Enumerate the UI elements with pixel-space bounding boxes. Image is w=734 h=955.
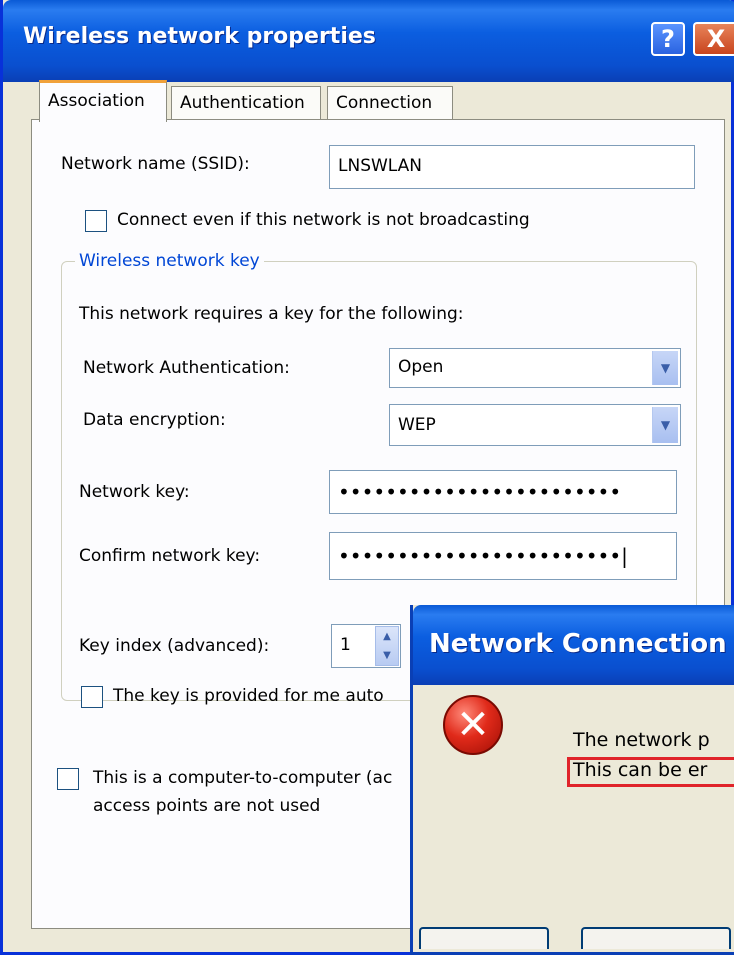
tab-connection-label: Connection — [336, 93, 433, 113]
key-index-spinner[interactable]: ▲ ▼ — [375, 626, 399, 666]
help-button[interactable]: ? — [651, 22, 685, 56]
requires-key-text: This network requires a key for the foll… — [79, 304, 464, 324]
chevron-down-icon[interactable]: ▼ — [652, 351, 678, 385]
broadcast-label: Connect even if this network is not broa… — [117, 210, 530, 230]
encryption-label: Data encryption: — [83, 410, 226, 430]
adhoc-label-line2: access points are not used — [93, 796, 321, 816]
error-dialog: Network Connection ✕ The network p This … — [410, 605, 734, 955]
dialog-button-right[interactable] — [581, 927, 731, 949]
auto-key-checkbox[interactable] — [81, 686, 103, 708]
auth-label: Network Authentication: — [83, 358, 290, 378]
error-x-icon: ✕ — [443, 695, 503, 755]
tab-association[interactable]: Association — [39, 80, 167, 122]
error-dialog-title-bar[interactable]: Network Connection — [413, 605, 734, 685]
key-index-label: Key index (advanced): — [79, 636, 270, 656]
adhoc-label-line1: This is a computer-to-computer (ac — [93, 768, 393, 788]
window-title: Wireless network properties — [23, 24, 376, 49]
tab-connection[interactable]: Connection — [327, 86, 453, 120]
network-key-label: Network key: — [79, 482, 190, 502]
close-icon: X — [706, 25, 726, 53]
confirm-key-input[interactable]: ••••••••••••••••••••••••| — [329, 532, 677, 580]
tab-authentication[interactable]: Authentication — [171, 86, 321, 120]
auto-key-label: The key is provided for me auto — [113, 686, 384, 706]
spin-up-icon[interactable]: ▲ — [383, 631, 391, 642]
adhoc-checkbox[interactable] — [57, 768, 79, 790]
error-dialog-title: Network Connection — [429, 629, 727, 659]
wireless-key-group-title: Wireless network key — [75, 251, 264, 271]
title-bar[interactable]: Wireless network properties ? X — [3, 0, 734, 82]
ssid-label: Network name (SSID): — [61, 154, 250, 174]
encryption-select-value: WEP — [398, 415, 436, 435]
ssid-input[interactable]: LNSWLAN — [329, 145, 695, 189]
encryption-select[interactable]: WEP ▼ — [389, 404, 681, 446]
confirm-key-label: Confirm network key: — [79, 546, 261, 566]
dialog-button-left[interactable] — [419, 927, 549, 949]
broadcast-checkbox[interactable] — [85, 210, 107, 232]
error-message-line2: This can be er — [573, 759, 708, 781]
tab-association-label: Association — [48, 91, 145, 111]
close-button[interactable]: X — [693, 22, 734, 56]
tab-authentication-label: Authentication — [180, 93, 305, 113]
help-icon: ? — [661, 25, 675, 53]
auth-select-value: Open — [398, 357, 444, 377]
spin-down-icon[interactable]: ▼ — [383, 650, 391, 661]
auth-select[interactable]: Open ▼ — [389, 348, 681, 388]
chevron-down-icon[interactable]: ▼ — [652, 407, 678, 443]
network-key-input[interactable]: •••••••••••••••••••••••• — [329, 470, 677, 514]
error-message-line1: The network p — [573, 729, 710, 751]
